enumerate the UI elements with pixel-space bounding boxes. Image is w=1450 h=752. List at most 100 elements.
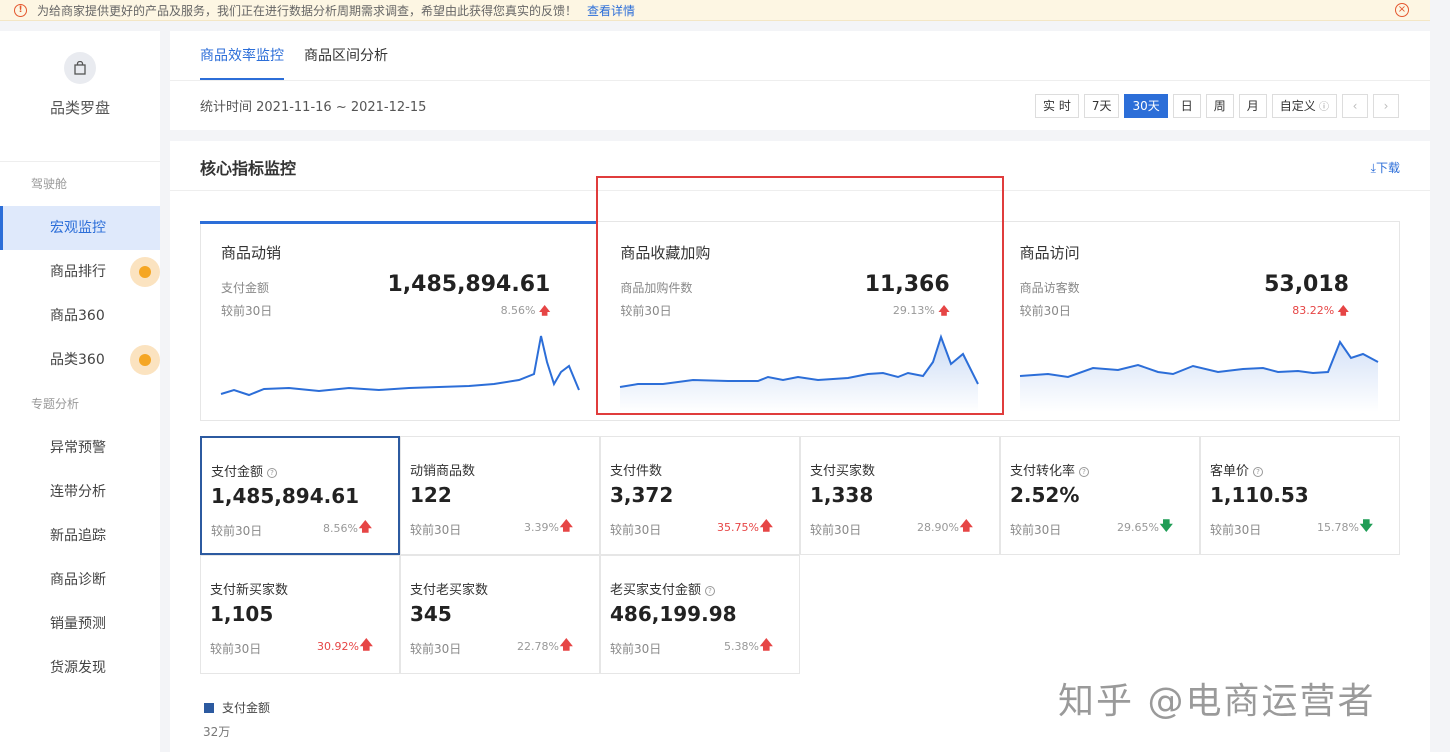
period-selector: 实 时 7天 30天 日 周 月 自定义 ⓘ ‹ › — [1035, 94, 1404, 118]
notification-dot-icon — [130, 345, 160, 375]
period-week-button[interactable]: 周 — [1205, 94, 1234, 118]
prev-arrow-icon[interactable]: ‹ — [1342, 94, 1368, 118]
metric-grid: 支付金额? 1,485,894.61 较前30日 8.56% 🡅 动销商品数 122 较前30… — [200, 436, 1400, 676]
metric-pct: 35.75% — [717, 521, 759, 534]
arrow-up-icon: 🡅 — [358, 520, 372, 535]
date-row: 统计时间 2021-11-16 ~ 2021-12-15 实 时 7天 30天 … — [170, 81, 1430, 130]
sidebar-item-label: 商品排行 — [50, 264, 106, 280]
shopping-bag-icon — [64, 52, 96, 84]
arrow-up-icon: 🡅 — [359, 638, 373, 653]
period-7d-button[interactable]: 7天 — [1083, 94, 1120, 118]
help-icon: ? — [267, 468, 278, 478]
date-range: 统计时间 2021-11-16 ~ 2021-12-15 — [200, 100, 427, 115]
sidebar-item-macro[interactable]: 宏观监控 — [0, 206, 160, 250]
metric-pct: 28.90% — [917, 521, 959, 534]
panel-title: 核心指标监控 — [200, 159, 297, 178]
sidebar-item-product360[interactable]: 商品360 — [0, 294, 160, 338]
legend-swatch — [204, 702, 214, 713]
sidebar-item-forecast[interactable]: 销量预测 — [0, 602, 160, 646]
period-30d-button[interactable]: 30天 — [1124, 94, 1168, 118]
next-arrow-icon[interactable]: › — [1373, 94, 1399, 118]
metric-value: 345 — [410, 602, 452, 626]
metric-pct: 15.78% — [1317, 521, 1359, 534]
metric-name: 支付金额? — [211, 461, 278, 480]
help-icon: ⓘ — [1315, 102, 1329, 113]
metric-value: 486,199.98 — [610, 602, 737, 626]
sidebar-item-diagnosis[interactable]: 商品诊断 — [0, 558, 160, 602]
summary-card-sales[interactable]: 商品动销 支付金额 1,485,894.61 较前30日 8.56% 🡅 — [201, 222, 600, 420]
metric-value: 1,105 — [210, 602, 274, 626]
metric-value: 1,338 — [810, 483, 874, 507]
arrow-up-icon: 🡅 — [559, 638, 573, 653]
sidebar-item-category360[interactable]: 品类360 — [0, 338, 160, 382]
y-axis-tick: 32万 — [203, 725, 231, 739]
metric-compare: 较前30日 — [211, 524, 263, 538]
period-custom-button[interactable]: 自定义 ⓘ — [1271, 94, 1337, 118]
download-button[interactable]: ⤓下载 — [1371, 159, 1400, 176]
metric-pct: 5.38% — [724, 640, 759, 653]
metric-name: 老买家支付金额? — [610, 579, 716, 598]
metric-value: 2.52% — [1010, 483, 1080, 507]
tab-interval[interactable]: 商品区间分析 — [304, 31, 388, 80]
card-title: 商品动销 — [221, 244, 282, 262]
metric-compare: 较前30日 — [1010, 523, 1062, 537]
metric-card-pay-items[interactable]: 支付件数 3,372 较前30日 35.75% 🡅 — [600, 436, 800, 555]
metric-compare: 较前30日 — [210, 642, 262, 656]
metric-pct: 29.65% — [1117, 521, 1159, 534]
metric-card-unit-price[interactable]: 客单价? 1,110.53 较前30日 15.78% 🡇 — [1200, 436, 1400, 555]
period-custom-label: 自定义 — [1279, 99, 1316, 113]
metric-pct: 22.78% — [517, 640, 559, 653]
metric-card-pay-amount[interactable]: 支付金额? 1,485,894.61 较前30日 8.56% 🡅 — [200, 436, 400, 555]
help-icon: ? — [1079, 467, 1090, 477]
metric-name: 支付老买家数 — [410, 583, 489, 598]
sidebar-item-label: 品类360 — [50, 352, 105, 368]
period-day-button[interactable]: 日 — [1172, 94, 1201, 118]
period-month-button[interactable]: 月 — [1238, 94, 1267, 118]
arrow-up-icon: 🡅 — [1337, 304, 1349, 317]
notice-details-link[interactable]: 查看详情 — [587, 2, 635, 19]
download-label: 下载 — [1375, 161, 1400, 175]
metric-card-new-buyers[interactable]: 支付新买家数 1,105 较前30日 30.92% 🡅 — [200, 555, 400, 674]
card-value: 53,018 — [1264, 272, 1349, 297]
metric-card-conversion-rate[interactable]: 支付转化率? 2.52% 较前30日 29.65% 🡇 — [1000, 436, 1200, 555]
metric-name: 客单价? — [1210, 460, 1264, 479]
metric-compare: 较前30日 — [610, 642, 662, 656]
metric-card-active-products[interactable]: 动销商品数 122 较前30日 3.39% 🡅 — [400, 436, 600, 555]
help-icon: ? — [705, 586, 716, 596]
sparkline-sales — [220, 335, 580, 397]
chart-legend[interactable]: 支付金额 — [204, 699, 270, 716]
core-metrics-panel: 核心指标监控 ⤓下载 商品动销 支付金额 1,485,894.61 较前30日 … — [170, 141, 1430, 752]
sidebar-item-sourcing[interactable]: 货源发现 — [0, 646, 160, 690]
notice-text: 为给商家提供更好的产品及服务，我们正在进行数据分析周期需求调查，希望由此获得您真… — [37, 3, 578, 18]
sparkline-visits — [1019, 339, 1379, 412]
period-realtime-button[interactable]: 实 时 — [1035, 94, 1079, 118]
arrow-up-icon: 🡅 — [959, 519, 973, 534]
arrow-down-icon: 🡇 — [1359, 519, 1373, 534]
brand-name: 品类罗盘 — [49, 99, 110, 117]
metric-name: 支付买家数 — [810, 464, 876, 479]
arrow-up-icon: 🡅 — [759, 519, 773, 534]
metric-compare: 较前30日 — [410, 523, 462, 537]
metric-compare: 较前30日 — [410, 642, 462, 656]
sidebar-item-new-product[interactable]: 新品追踪 — [0, 514, 160, 558]
warning-icon: ! — [14, 3, 27, 17]
close-icon[interactable]: × — [1395, 3, 1409, 17]
metric-card-returning-buyers[interactable]: 支付老买家数 345 较前30日 22.78% 🡅 — [400, 555, 600, 674]
card-value: 1,485,894.61 — [387, 272, 551, 297]
metric-card-pay-buyers[interactable]: 支付买家数 1,338 较前30日 28.90% 🡅 — [800, 436, 1000, 555]
metric-name: 支付新买家数 — [210, 583, 289, 598]
card-compare: 较前30日 — [221, 304, 273, 318]
tab-efficiency[interactable]: 商品效率监控 — [200, 31, 284, 80]
sidebar-item-anomaly[interactable]: 异常预警 — [0, 426, 160, 470]
sidebar-item-ranking[interactable]: 商品排行 — [0, 250, 160, 294]
arrow-up-icon: 🡅 — [559, 519, 573, 534]
summary-card-visits[interactable]: 商品访问 商品访客数 53,018 较前30日 83.22% 🡅 — [1000, 222, 1399, 420]
notification-dot-icon — [130, 257, 160, 287]
section-label-topics: 专题分析 — [31, 397, 80, 411]
sidebar-item-association[interactable]: 连带分析 — [0, 470, 160, 514]
metric-card-returning-buyer-amount[interactable]: 老买家支付金额? 486,199.98 较前30日 5.38% 🡅 — [600, 555, 800, 674]
arrow-down-icon: 🡇 — [1159, 519, 1173, 534]
legend-label: 支付金额 — [222, 701, 271, 715]
metric-compare: 较前30日 — [610, 523, 662, 537]
section-label-cockpit: 驾驶舱 — [31, 177, 68, 191]
